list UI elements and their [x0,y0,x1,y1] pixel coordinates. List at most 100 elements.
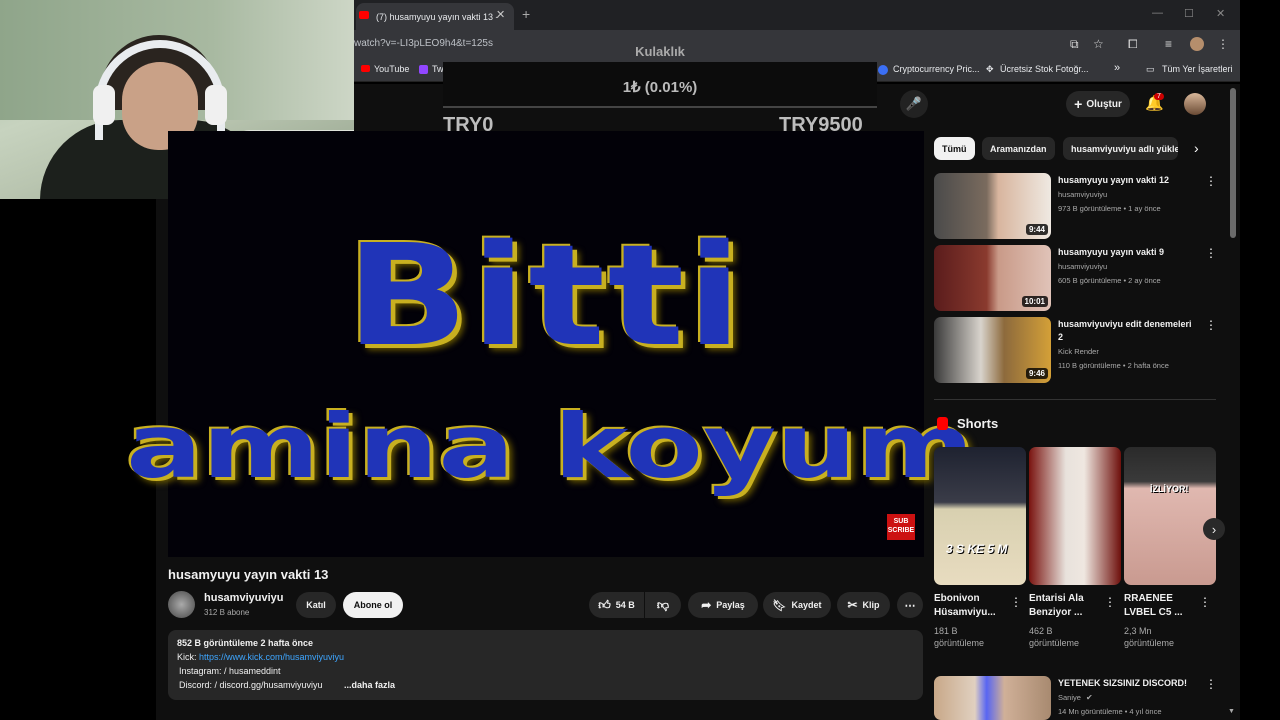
tab-close-icon[interactable]: ✕ [496,8,505,21]
related-thumbnail-4[interactable] [934,676,1051,720]
twitch-bookmark-icon [419,65,428,74]
related-thumbnail-2[interactable]: 10:01 [934,245,1051,311]
related-channel-4[interactable]: Saniye [1058,693,1081,702]
duration-badge: 9:46 [1025,368,1048,379]
channel-avatar[interactable] [168,591,195,618]
folder-icon: ▭ [1146,64,1155,74]
verified-check-icon: ✔ [1086,693,1093,702]
more-vertical-icon[interactable]: ⋮ [1104,595,1116,609]
headset-right-ear [205,85,227,125]
window-close-icon[interactable]: ✕ [1216,7,1225,20]
related-meta-1: 973 B görüntüleme • 1 ay önce [1058,204,1161,213]
short-title-2[interactable]: Entarisi Ala Benziyor ... [1029,592,1109,620]
shorts-next-arrow-icon[interactable]: › [1203,518,1225,540]
video-title: husamyuyu yayın vakti 13 [168,567,329,582]
subscribe-watermark-line1: SUB [893,518,909,525]
more-vertical-icon[interactable]: ⋮ [1205,677,1217,691]
short-thumbnail-2[interactable] [1029,447,1121,585]
related-title-2[interactable]: husamyuyu yayın vakti 9 [1058,246,1198,259]
more-actions-button[interactable]: ⋯ [897,592,923,618]
related-channel-3[interactable]: Kick Render [1058,347,1099,356]
tab-title: (7) husamyuyu yayın vakti 13 - [376,11,499,22]
channel-subscribers: 312 B abone [204,608,250,617]
related-title-4[interactable]: YETENEK SIZSINIZ DISCORD! [1058,677,1198,690]
more-vertical-icon[interactable]: ⋮ [1010,595,1022,609]
channel-name[interactable]: husamviyuviyu [204,592,283,604]
bookmark-twitch[interactable]: Tw [432,64,444,74]
more-vertical-icon[interactable]: ⋮ [1205,174,1217,188]
tab-active[interactable]: (7) husamyuyu yayın vakti 13 - [356,3,514,30]
related-meta-3: 110 B görüntüleme • 2 hafta önce [1058,361,1169,370]
short-thumbnail-1[interactable]: 3 S KE 5 M [934,447,1026,585]
bookmarks-overflow-icon[interactable]: » [1114,62,1120,74]
minimize-icon[interactable]: — [1152,7,1163,19]
related-title-3[interactable]: husamviyuviyu edit denemeleri 2 [1058,318,1198,344]
scissors-icon: ✂ [847,598,858,612]
create-button[interactable]: + Oluştur [1066,91,1130,117]
kick-prefix: Kick: [177,652,200,662]
subscribe-watermark-line2: SCRIBE [887,527,915,534]
clip-button[interactable]: ✂ Klip [837,592,890,618]
save-label: Kaydet [791,600,822,610]
join-button[interactable]: Katıl [296,592,336,618]
media-icon[interactable]: ≡ [1165,37,1172,51]
chip-channel-uploads[interactable]: husamviyuviyu adlı yükle [1063,137,1178,160]
bookmark-star-icon[interactable]: ☆ [1093,37,1104,51]
related-channel-1[interactable]: husamviyuviyu [1058,190,1107,199]
shorts-logo-icon [937,417,948,430]
youtube-bookmark-icon [361,65,370,72]
more-vertical-icon[interactable]: ⋮ [1205,246,1217,260]
related-thumbnail-3[interactable]: 9:46 [934,317,1051,383]
short-thumbnail-3[interactable]: İZLİYOR! [1124,447,1216,585]
install-icon[interactable]: ⧉ [1070,37,1079,52]
duration-badge: 10:01 [1021,296,1048,307]
save-button[interactable]: 🔖︎ Kaydet [763,592,831,618]
account-avatar[interactable] [1184,93,1206,115]
short-title-1[interactable]: Ebonivon Hüsamviyu... [934,592,1014,620]
video-overlay-text-1: Bitti [345,215,745,378]
new-tab-button[interactable]: + [522,6,530,22]
scroll-down-arrow-icon[interactable]: ▼ [1228,708,1235,715]
more-vertical-icon[interactable]: ⋮ [1205,318,1217,332]
shorts-title: Shorts [957,416,999,431]
short-overlay-text-1: 3 S KE 5 M [946,542,1008,556]
related-thumbnail-1[interactable]: 9:44 [934,173,1051,239]
voice-search-icon[interactable]: 🎤 [900,90,928,118]
chip-all[interactable]: Tümü [934,137,975,160]
subscribe-watermark[interactable]: SUB SCRIBE [887,514,915,540]
related-channel-2[interactable]: husamviyuviyu [1058,262,1107,271]
subscribe-button[interactable]: Abone ol [343,592,403,618]
bookmark-youtube[interactable]: YouTube [374,64,409,74]
view-stats: 852 B görüntüleme 2 hafta önce [177,638,314,648]
headset-left-ear [93,85,115,125]
short-views-1: 181 B görüntüleme [934,626,985,648]
discord-line: Discord: / discord.gg/husamviyuviyu [179,680,323,690]
notification-count-badge: 7 [1154,93,1164,100]
duration-badge: 9:44 [1025,224,1048,235]
chip-from-search[interactable]: Aramanızdan [982,137,1055,160]
show-more-link[interactable]: ...daha fazla [344,680,395,690]
chevron-right-icon[interactable]: › [1194,140,1199,156]
share-button[interactable]: ➦ Paylaş [688,592,758,618]
bookmark-stock-photo[interactable]: Ücretsiz Stok Fotoğr... [1000,64,1089,74]
youtube-favicon-icon [359,11,369,19]
more-vertical-icon[interactable]: ⋮ [1199,595,1211,609]
like-button[interactable]: 👍︎ 54 B [589,592,644,618]
browser-menu-icon[interactable]: ⋮ [1217,37,1229,51]
profile-avatar[interactable] [1190,37,1204,51]
thumbs-down-icon: 👎︎ [656,597,670,612]
related-title-1[interactable]: husamyuyu yayın vakti 12 [1058,174,1198,187]
kick-line: Kick: https://www.kick.com/husamviyuviyu [177,652,344,662]
short-views-2: 462 B görüntüleme [1029,626,1080,648]
section-divider [934,399,1216,400]
thumbs-up-icon: 👍︎ [598,597,611,612]
kick-link[interactable]: https://www.kick.com/husamviyuviyu [199,652,344,662]
scrollbar-thumb[interactable] [1230,88,1236,238]
maximize-icon[interactable]: ☐ [1184,7,1194,20]
create-label: Oluştur [1086,98,1122,110]
extensions-icon[interactable]: ⧠ [1128,37,1138,52]
dislike-button[interactable]: 👎︎ [645,592,681,618]
bookmark-crypto[interactable]: Cryptocurrency Pric... [893,64,980,74]
bookmark-all[interactable]: Tüm Yer İşaretleri [1162,64,1233,74]
short-title-3[interactable]: RRAENEE LVBEL C5 ... [1124,592,1204,620]
